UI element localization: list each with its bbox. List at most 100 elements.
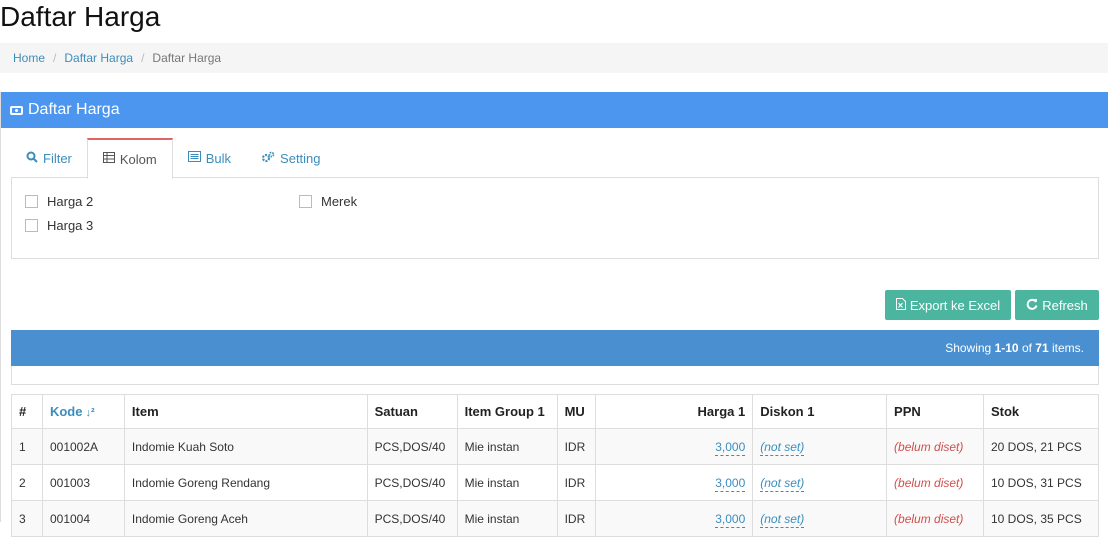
price-table: # Kode ↓² Item Satuan Item Group 1 MU Har… [11, 394, 1100, 537]
cell-item: Indomie Goreng Rendang [123, 464, 368, 501]
cell-ppn: (belum diset) [886, 500, 984, 537]
table-row: 3 001004 Indomie Goreng Aceh PCS,DOS/40 Mie … [11, 500, 1100, 537]
table-row: 2 001003 Indomie Goreng Rendang PCS,DOS/40 M… [11, 464, 1100, 501]
harga-editable[interactable]: 3,000 [715, 475, 746, 492]
checkbox-box[interactable] [299, 195, 312, 208]
sort-asc-icon: ↓² [85, 407, 95, 419]
cell-text: 001003 [49, 475, 91, 490]
harga-editable[interactable]: 3,000 [715, 439, 746, 456]
cell-harga-1: 3,000 [594, 500, 754, 537]
cell-satuan: PCS,DOS/40 [366, 428, 458, 465]
cell-text: 10 DOS, 31 PCS [990, 475, 1082, 490]
header-item-group-1: Item Group 1 [456, 394, 558, 429]
tab-kolom[interactable]: Kolom [86, 138, 173, 179]
cell-text: 1 [19, 439, 26, 454]
cell-ppn: (belum diset) [886, 464, 984, 501]
grid-filter-row [11, 366, 1099, 385]
summary-text: Showing 1-10 of 71 items. [945, 341, 1084, 355]
cell-diskon-1: (not set) [752, 500, 888, 537]
tab-filter[interactable]: Filter [11, 138, 87, 178]
cell-text: Mie instan [464, 439, 520, 454]
tab-label: Kolom [119, 151, 157, 167]
cell-stok: 10 DOS, 35 PCS [982, 500, 1100, 537]
checkbox-label: Harga 2 [47, 194, 94, 209]
tab-label: Filter [43, 150, 72, 166]
checkbox-harga-2[interactable]: Harga 2 [25, 194, 93, 209]
panel-title: Daftar Harga [28, 101, 120, 118]
cell-item-group: Mie instan [456, 428, 558, 465]
cell-text: PCS,DOS/40 [374, 439, 446, 454]
panel-header: Daftar Harga [1, 92, 1108, 128]
cell-text: 20 DOS, 21 PCS [990, 439, 1082, 454]
cell-text: 2 [19, 475, 26, 490]
list-icon [187, 151, 201, 165]
header-number: # [11, 394, 43, 429]
cell-item: Indomie Kuah Soto [123, 428, 368, 465]
cell-harga-1: 3,000 [594, 428, 754, 465]
cell-item: Indomie Goreng Aceh [123, 500, 368, 537]
tab-label: Setting [280, 150, 321, 166]
cell-mu: IDR [556, 464, 596, 501]
tab-setting[interactable]: Setting [246, 138, 335, 178]
checkbox-box[interactable] [25, 195, 38, 208]
table-row: 1 001002A Indomie Kuah Soto PCS,DOS/40 Mie i… [11, 428, 1100, 465]
cell-text: Mie instan [464, 475, 520, 490]
cell-text: IDR [564, 439, 586, 454]
diskon-editable[interactable]: (not set) [760, 475, 805, 492]
cell-kode: 001004 [41, 500, 125, 537]
cell-text: IDR [564, 475, 586, 490]
cell-text: Indomie Goreng Rendang [131, 475, 270, 490]
cell-item-group: Mie instan [456, 464, 558, 501]
breadcrumb: Home / Daftar Harga / Daftar Harga [0, 43, 1108, 73]
header-item: Item [123, 394, 368, 429]
cell-text: PCS,DOS/40 [374, 475, 446, 490]
table-icon [102, 152, 115, 166]
breadcrumb-separator: / [141, 51, 145, 65]
header-stok: Stok [982, 394, 1100, 429]
cell-number: 2 [11, 464, 43, 501]
breadcrumb-home[interactable]: Home [13, 51, 45, 65]
cell-ppn: (belum diset) [886, 428, 984, 465]
cell-diskon-1: (not set) [752, 428, 888, 465]
refresh-label: Refresh [1042, 297, 1088, 313]
cell-mu: IDR [556, 500, 596, 537]
cell-item-group: Mie instan [456, 500, 558, 537]
gears-icon [261, 151, 275, 166]
grid-summary-bar: Showing 1-10 of 71 items. [11, 330, 1099, 366]
cell-diskon-1: (not set) [752, 464, 888, 501]
diskon-editable[interactable]: (not set) [760, 439, 805, 456]
price-list-panel: Daftar Harga Filter Kolom Bulk Setting H… [0, 92, 1108, 537]
checkbox-label: Harga 3 [47, 218, 94, 233]
table-header-row: # Kode ↓² Item Satuan Item Group 1 MU Har… [11, 394, 1100, 429]
cell-mu: IDR [556, 428, 596, 465]
tab-bar: Filter Kolom Bulk Setting [11, 138, 1099, 179]
checkbox-harga-3[interactable]: Harga 3 [25, 218, 93, 233]
cell-stok: 20 DOS, 21 PCS [982, 428, 1100, 465]
export-excel-button[interactable]: Export ke Excel [885, 290, 1011, 320]
page-title: Daftar Harga [0, 1, 161, 32]
export-label: Export ke Excel [909, 297, 1001, 313]
header-kode[interactable]: Kode ↓² [41, 394, 125, 429]
breadcrumb-daftar-harga[interactable]: Daftar Harga [64, 51, 133, 65]
cell-number: 3 [11, 500, 43, 537]
kolom-tab-content: Harga 2 Harga 3 Merek [11, 178, 1099, 259]
cell-text: 001002A [49, 439, 99, 454]
file-excel-icon [895, 297, 906, 313]
refresh-icon [1026, 298, 1038, 313]
cell-kode: 001002A [41, 428, 125, 465]
tab-bulk[interactable]: Bulk [173, 138, 246, 178]
header-satuan: Satuan [366, 394, 458, 429]
checkbox-merek[interactable]: Merek [299, 194, 357, 209]
search-icon [26, 151, 38, 166]
refresh-button[interactable]: Refresh [1015, 290, 1099, 320]
header-harga-1: Harga 1 [594, 394, 754, 429]
cell-satuan: PCS,DOS/40 [366, 500, 458, 537]
header-diskon-1: Diskon 1 [752, 394, 888, 429]
checkbox-box[interactable] [25, 219, 38, 232]
header-mu: MU [556, 394, 596, 429]
cell-stok: 10 DOS, 31 PCS [982, 464, 1100, 501]
breadcrumb-current: Daftar Harga [152, 51, 222, 65]
cell-number: 1 [11, 428, 43, 465]
cell-kode: 001003 [41, 464, 125, 501]
breadcrumb-separator: / [53, 51, 57, 65]
